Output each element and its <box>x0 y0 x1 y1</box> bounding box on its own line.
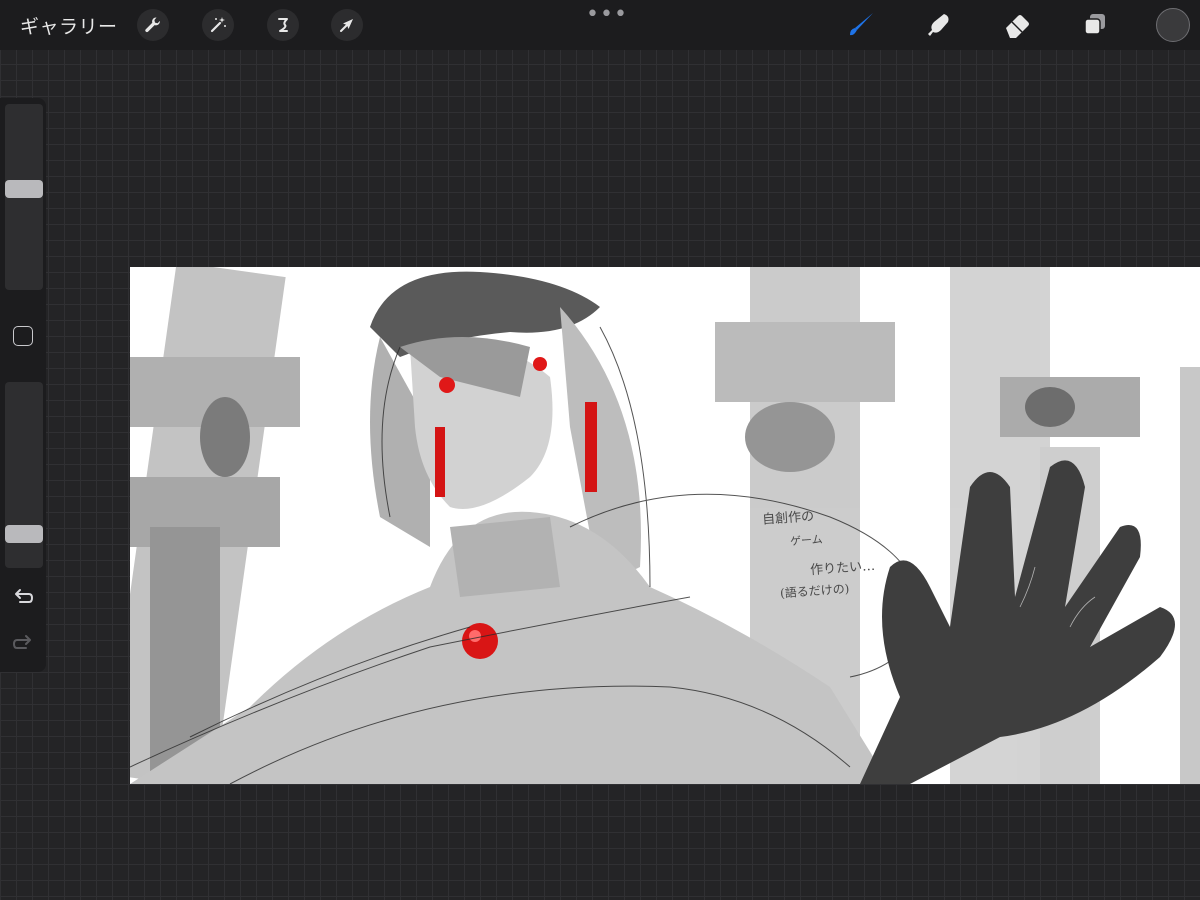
brush-opacity-thumb[interactable] <box>5 525 43 543</box>
note-line-1: 自創作の <box>761 509 815 528</box>
smudge-icon <box>928 14 949 36</box>
artwork-illustration <box>130 267 1200 784</box>
modify-square-icon[interactable] <box>13 326 33 346</box>
top-toolbar: ギャラリー ••• <box>0 0 1200 50</box>
layers-button[interactable] <box>1078 8 1112 42</box>
brush-size-thumb[interactable] <box>5 180 43 198</box>
brush-opacity-slider[interactable] <box>5 382 43 568</box>
layers-icon <box>1084 14 1105 35</box>
wrench-icon <box>145 17 160 33</box>
transform-arrow-icon <box>340 19 353 32</box>
color-picker-button[interactable] <box>1156 8 1190 42</box>
eraser-tool-button[interactable] <box>1000 8 1034 42</box>
gallery-button[interactable]: ギャラリー <box>20 12 118 39</box>
brush-size-slider[interactable] <box>5 104 43 290</box>
brush-icon <box>850 13 873 36</box>
actions-button[interactable] <box>137 9 169 41</box>
left-sidebar <box>0 98 46 672</box>
smudge-tool-button[interactable] <box>922 8 956 42</box>
eraser-icon <box>1006 15 1029 38</box>
more-options-icon[interactable]: ••• <box>586 2 628 27</box>
magic-wand-icon <box>210 17 226 33</box>
undo-icon[interactable] <box>11 586 35 610</box>
transform-button[interactable] <box>331 9 363 41</box>
adjustments-button[interactable] <box>202 9 234 41</box>
artwork-canvas[interactable]: 自創作の ゲーム 作りたい… (語るだけの) <box>130 267 1200 784</box>
selection-button[interactable] <box>267 9 299 41</box>
selection-icon <box>278 18 288 32</box>
redo-icon[interactable] <box>11 632 35 656</box>
note-line-2: ゲーム <box>789 532 824 549</box>
brush-tool-button[interactable] <box>844 8 878 42</box>
